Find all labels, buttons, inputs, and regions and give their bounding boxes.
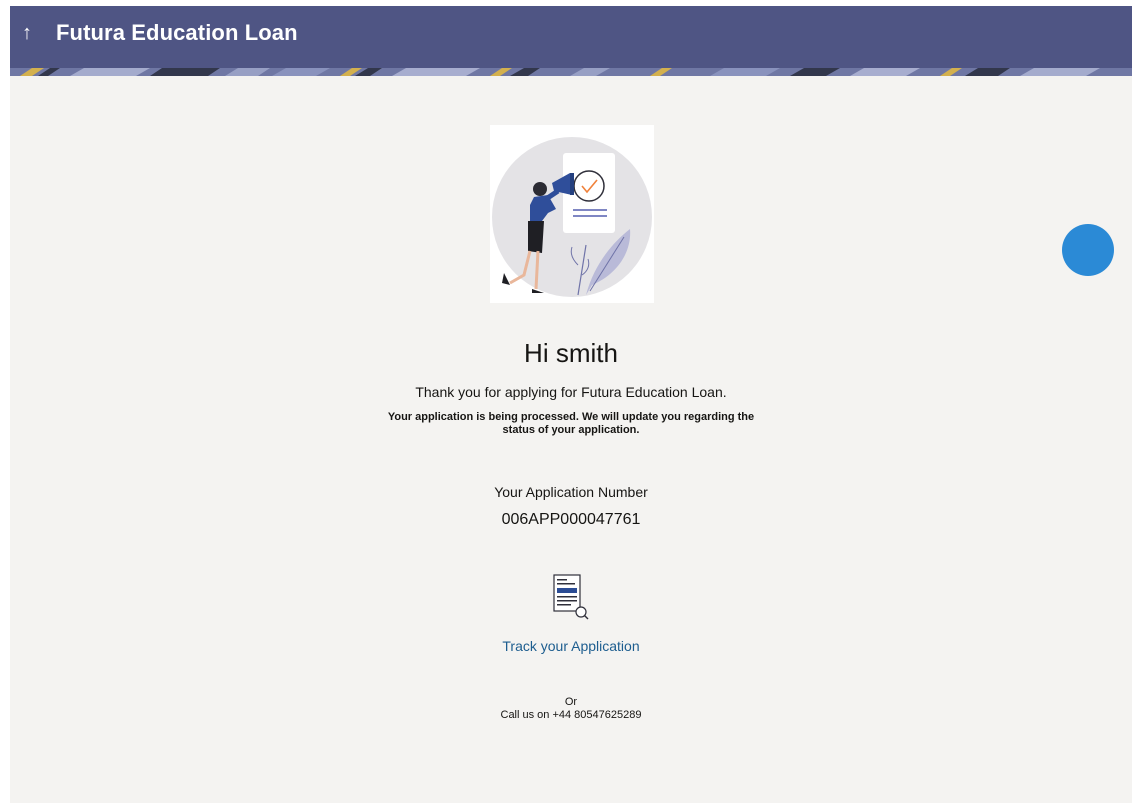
- processing-line-2: status of your application.: [502, 424, 640, 436]
- document-search-icon[interactable]: [551, 572, 591, 620]
- processing-message: Your application is being processed. We …: [10, 411, 1132, 437]
- back-arrow-icon[interactable]: ↑: [22, 20, 42, 46]
- application-number-label: Your Application Number: [494, 484, 648, 500]
- floating-action-button[interactable]: [1062, 224, 1114, 276]
- page-header: ↑ Futura Education Loan: [10, 6, 1132, 76]
- or-separator: Or: [564, 696, 578, 708]
- processing-line-1: Your application is being processed. We …: [387, 411, 755, 423]
- confirmation-illustration: [490, 125, 654, 303]
- greeting: Hi smith: [524, 338, 618, 368]
- application-number: 006APP000047761: [501, 511, 641, 528]
- page: ↑ Futura Education Loan Hi smith Thank y…: [10, 6, 1132, 803]
- track-application-link[interactable]: Track your Application: [10, 636, 1132, 656]
- call-us-text: Call us on +44 80547625289: [500, 709, 642, 721]
- thank-you-message: Thank you for applying for Futura Educat…: [415, 384, 727, 400]
- page-title: Futura Education Loan: [56, 20, 298, 45]
